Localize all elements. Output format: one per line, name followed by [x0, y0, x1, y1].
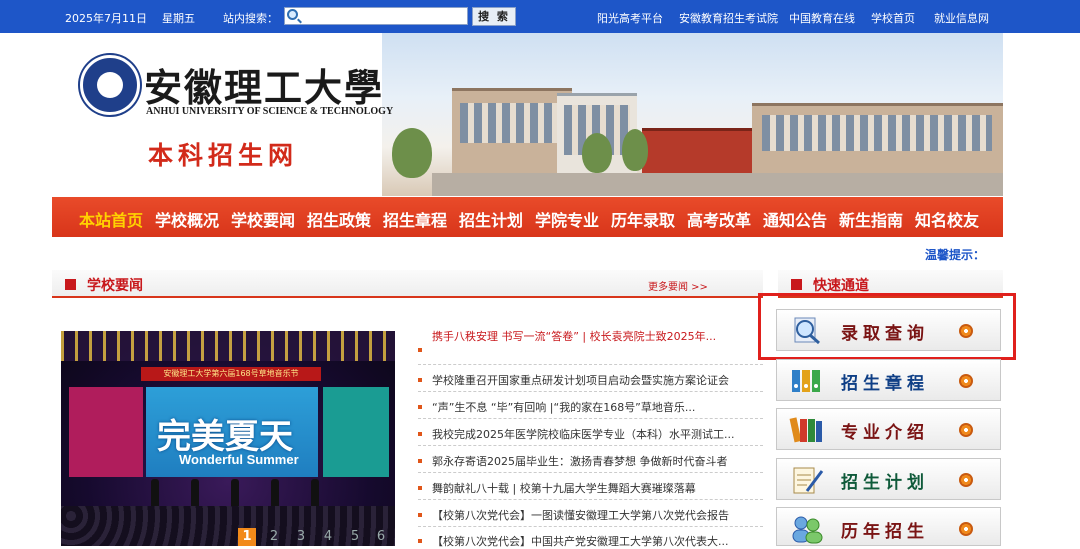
list-item[interactable]: 携手八秩安理 书写一流“答卷” | 校长袁亮院士致2025年...: [418, 328, 763, 365]
list-item[interactable]: 【校第八次党代会】一图读懂安徽理工大学第八次党代会报告: [418, 507, 763, 527]
search-icon: [287, 9, 298, 20]
slider-big-text: 完美夏天: [157, 417, 293, 457]
list-item[interactable]: 舞韵献礼八十载 | 校第十九届大学生舞蹈大赛璀璨落幕: [418, 480, 763, 500]
news-photo-slider[interactable]: 安徽理工大学第六届168号草地音乐节 完美夏天 Wonderful Summer: [61, 331, 395, 546]
books-icon: [789, 417, 822, 443]
search-input[interactable]: [284, 7, 468, 25]
nav-admission-charter[interactable]: 招生章程: [383, 207, 447, 231]
weekday-text: 星期五: [162, 12, 195, 25]
tip-text: 温馨提示：: [925, 248, 986, 262]
slider-page-3[interactable]: 3: [292, 528, 310, 546]
nav-home[interactable]: 本站首页: [79, 207, 143, 231]
link-employment-info[interactable]: 就业信息网: [934, 10, 989, 26]
nav-school-news[interactable]: 学校要闻: [231, 207, 295, 231]
news-headline[interactable]: “声”生不息 “毕”有回响 |“我的家在168号”草地音乐...: [432, 399, 748, 415]
slider-page-2[interactable]: 2: [265, 528, 283, 546]
link-sunshine-gaokao[interactable]: 阳光高考平台: [597, 10, 663, 26]
quick-label: 招生章程: [841, 374, 929, 394]
nav-gaokao-reform[interactable]: 高考改革: [687, 207, 751, 231]
arrow-circle-icon: [959, 522, 973, 536]
link-china-edu-online[interactable]: 中国教育在线: [789, 10, 855, 26]
square-bullet-icon: [65, 279, 76, 290]
list-item[interactable]: “声”生不息 “毕”有回响 |“我的家在168号”草地音乐...: [418, 399, 763, 419]
news-headline[interactable]: 郭永存寄语2025届毕业生：激扬青春梦想 争做新时代奋斗者: [432, 453, 748, 469]
nav-colleges-majors[interactable]: 学院专业: [535, 207, 599, 231]
news-headline[interactable]: 【校第八次党代会】一图读懂安徽理工大学第八次党代会报告: [432, 507, 748, 523]
slider-banner-text: 安徽理工大学第六届168号草地音乐节: [141, 367, 321, 381]
arrow-circle-icon: [959, 473, 973, 487]
news-headline[interactable]: 【校第八次党代会】中国共产党安徽理工大学第八次代表大...: [432, 533, 748, 549]
nav-past-admissions[interactable]: 历年录取: [611, 207, 675, 231]
list-item[interactable]: 郭永存寄语2025届毕业生：激扬青春梦想 争做新时代奋斗者: [418, 453, 763, 473]
header-banner: 安徽理工大學 ANHUI UNIVERSITY OF SCIENCE & TEC…: [52, 33, 1003, 196]
slider-page-6[interactable]: 6: [372, 528, 390, 546]
quick-label: 招生计划: [841, 473, 929, 493]
news-headline[interactable]: 携手八秩安理 书写一流“答卷” | 校长袁亮院士致2025年...: [432, 328, 748, 345]
binders-icon: [792, 370, 820, 392]
news-headline[interactable]: 舞韵献礼八十载 | 校第十九届大学生舞蹈大赛璀璨落幕: [432, 480, 748, 496]
news-section-title: 学校要闻: [87, 278, 143, 294]
nav-admission-policy[interactable]: 招生政策: [307, 207, 371, 231]
slider-sub-text: Wonderful Summer: [179, 452, 299, 467]
main-nav: 本站首页 学校概况 学校要闻 招生政策 招生章程 招生计划 学院专业 历年录取 …: [52, 197, 1003, 237]
quick-major-intro-button[interactable]: 专业介绍: [776, 408, 1001, 450]
top-bar: 2025年7月11日 星期五 站内搜索： 搜 索 阳光高考平台 安徽教育招生考试…: [0, 0, 1080, 33]
list-item[interactable]: 我校完成2025年医学院校临床医学专业（本科）水平测试工...: [418, 426, 763, 446]
people-icon: [792, 516, 823, 544]
slider-page-1[interactable]: 1: [238, 528, 256, 546]
quick-admission-charter-button[interactable]: 招生章程: [776, 359, 1001, 401]
link-school-home[interactable]: 学校首页: [871, 10, 915, 26]
nav-alumni[interactable]: 知名校友: [915, 207, 979, 231]
university-name-cn: 安徽理工大學: [144, 65, 385, 110]
more-news-link[interactable]: 更多要闻 >>: [648, 278, 708, 293]
notepad-pen-icon: [793, 467, 824, 494]
search-button[interactable]: 搜 索: [472, 7, 516, 26]
arrow-circle-icon: [959, 374, 973, 388]
university-name-en: ANHUI UNIVERSITY OF SCIENCE & TECHNOLOGY: [146, 106, 394, 117]
date-text: 2025年7月11日: [65, 12, 147, 25]
campus-photo: [382, 33, 1003, 196]
highlight-box: [758, 293, 1016, 360]
nav-notices[interactable]: 通知公告: [763, 207, 827, 231]
link-anhui-exam-institute[interactable]: 安徽教育招生考试院: [679, 10, 778, 26]
arrow-circle-icon: [959, 423, 973, 437]
list-item[interactable]: 学校隆重召开国家重点研发计划项目启动会暨实施方案论证会: [418, 372, 763, 392]
nav-admission-plan[interactable]: 招生计划: [459, 207, 523, 231]
slider-page-5[interactable]: 5: [346, 528, 364, 546]
news-headline[interactable]: 学校隆重召开国家重点研发计划项目启动会暨实施方案论证会: [432, 372, 748, 388]
quick-admission-plan-button[interactable]: 招生计划: [776, 458, 1001, 500]
square-bullet-icon: [791, 279, 802, 290]
slider-page-4[interactable]: 4: [319, 528, 337, 546]
nav-school-overview[interactable]: 学校概况: [155, 207, 219, 231]
nav-freshman-guide[interactable]: 新生指南: [839, 207, 903, 231]
list-item[interactable]: 【校第八次党代会】中国共产党安徽理工大学第八次代表大...: [418, 533, 763, 549]
quick-section-title: 快速通道: [813, 278, 869, 294]
site-name: 本科招生网: [148, 141, 299, 170]
university-seal-logo: [80, 55, 140, 115]
search-label: 站内搜索：: [223, 12, 278, 25]
quick-label: 历年招生: [841, 522, 929, 542]
quick-label: 专业介绍: [841, 423, 929, 443]
news-headline[interactable]: 我校完成2025年医学院校临床医学专业（本科）水平测试工...: [432, 426, 748, 442]
quick-past-admissions-button[interactable]: 历年招生: [776, 507, 1001, 546]
